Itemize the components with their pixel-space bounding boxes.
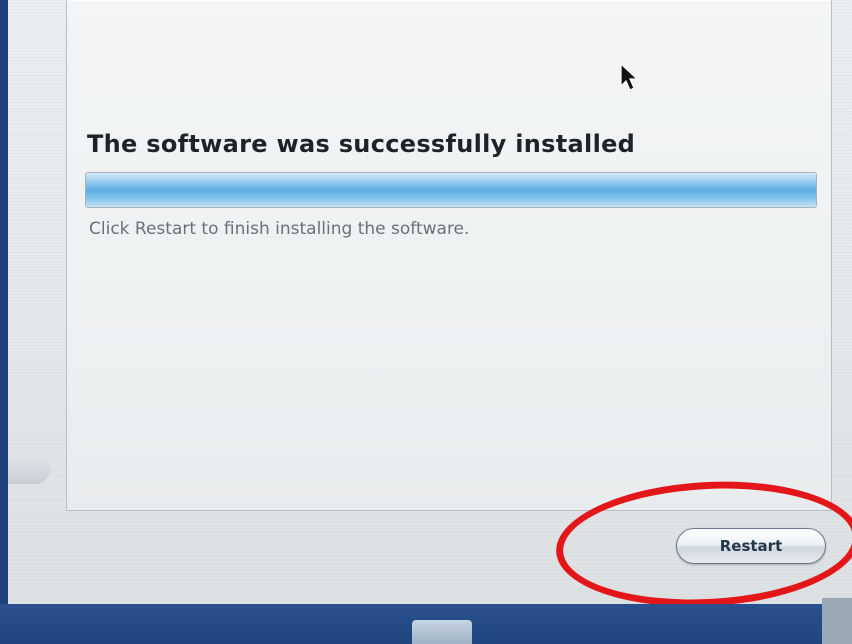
install-progress-fill	[86, 173, 816, 207]
installer-content-pane: The software was successfully installed …	[66, 0, 832, 511]
install-status-title: The software was successfully installed	[87, 130, 636, 158]
install-progress-bar	[85, 172, 817, 208]
arrow-cursor-icon	[620, 62, 639, 91]
window-edge-control	[8, 456, 50, 484]
desktop-edge	[822, 598, 852, 644]
installer-window: The software was successfully installed …	[8, 0, 852, 604]
dock-item[interactable]	[412, 620, 472, 644]
restart-button[interactable]: Restart	[676, 528, 826, 564]
install-instruction-text: Click Restart to finish installing the s…	[89, 219, 470, 239]
